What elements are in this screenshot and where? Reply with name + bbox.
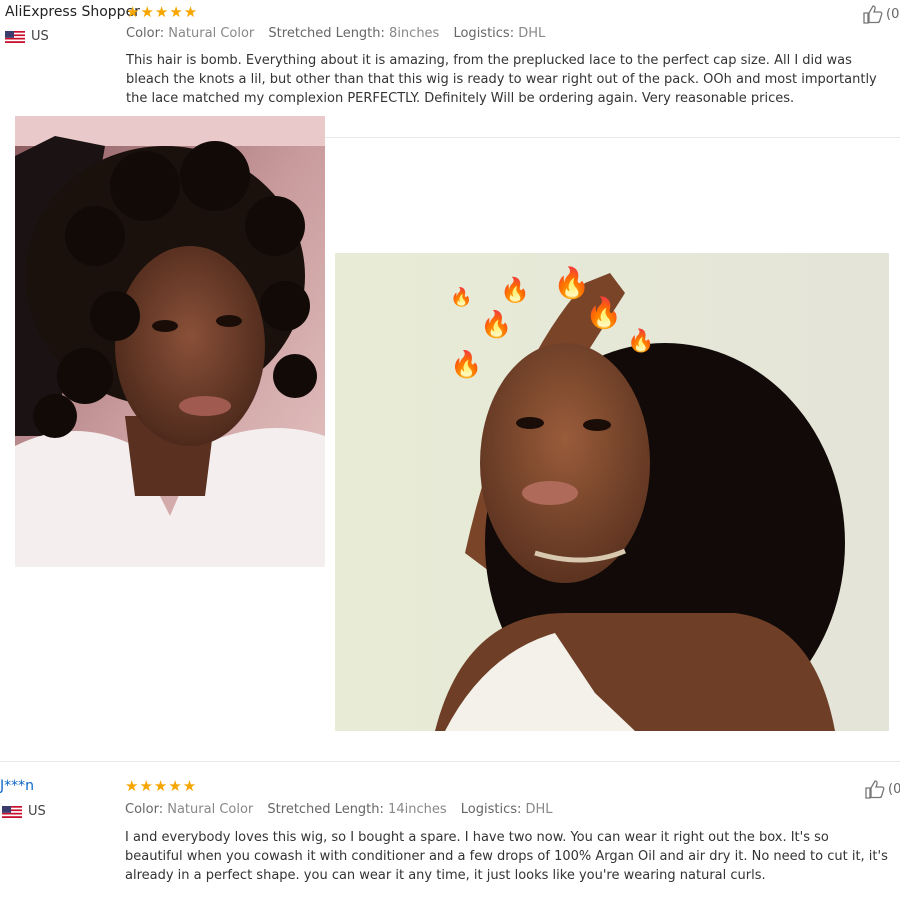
review-1-country-label: US [31,29,49,44]
color-key: Color: [126,26,165,41]
length-key: Stretched Length: [268,26,385,41]
svg-text:🔥: 🔥 [627,328,654,354]
review-1-country: US [5,29,49,44]
review-1-rating-stars: ★★★★★ [126,3,199,21]
logistics-value: DHL [525,802,553,817]
us-flag-icon [2,805,22,818]
review-2-rating-stars: ★★★★★ [125,777,198,795]
length-value: 8inches [389,26,440,41]
logistics-value: DHL [518,26,546,41]
review-photo-selfie: 🔥 🔥 🔥 🔥 🔥 🔥 🔥 [335,253,889,731]
svg-text:🔥: 🔥 [450,286,472,308]
review-1-text: This hair is bomb. Everything about it i… [126,53,877,106]
review-2-attributes: Color: Natural Color Stretched Length: 1… [125,802,563,817]
review-1-helpful-count: (0 [886,6,900,22]
us-flag-icon [5,30,25,43]
color-value: Natural Color [168,26,255,41]
review-1-photo-1[interactable] [15,116,325,567]
svg-text:🔥: 🔥 [585,295,622,331]
review-1-author[interactable]: AliExpress Shopper [5,4,140,20]
review-2-helpful-button[interactable]: (0 [864,779,900,799]
review-1-divider [325,137,900,138]
review-1-helpful-button[interactable]: (0 [862,4,899,24]
svg-text:🔥: 🔥 [480,309,512,340]
color-value: Natural Color [167,802,254,817]
thumbs-up-icon [863,5,883,24]
review-1-photo-2[interactable]: 🔥 🔥 🔥 🔥 🔥 🔥 🔥 [335,253,889,731]
length-key: Stretched Length: [267,802,384,817]
svg-text:🔥: 🔥 [500,276,530,304]
thumbs-up-icon [865,780,885,799]
svg-text:🔥: 🔥 [450,349,482,380]
review-2-text: I and everybody loves this wig, so I bou… [125,830,888,883]
review-2-helpful-count: (0 [888,781,900,797]
review-photo-portrait [15,116,325,567]
color-key: Color: [125,802,164,817]
review-2-country-label: US [28,804,46,819]
reviews-divider [0,761,900,762]
review-1-attributes: Color: Natural Color Stretched Length: 8… [126,26,555,41]
logistics-key: Logistics: [460,802,522,817]
logistics-key: Logistics: [453,26,515,41]
length-value: 14inches [388,802,447,817]
review-2-country: US [2,804,46,819]
review-2-author[interactable]: J***n [0,778,34,794]
